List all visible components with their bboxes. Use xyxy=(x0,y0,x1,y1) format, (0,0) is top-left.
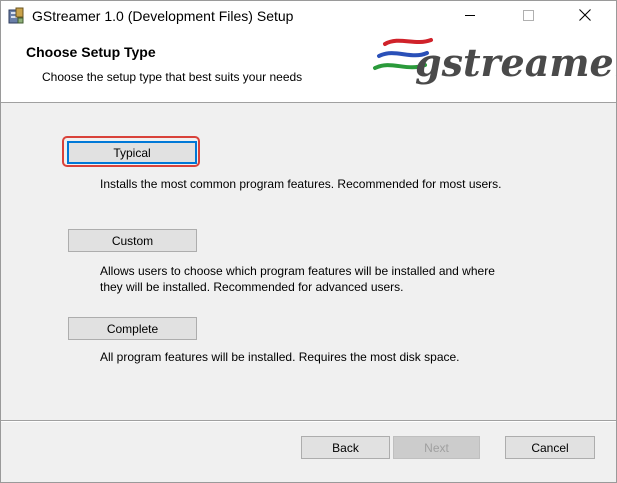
maximize-icon xyxy=(522,8,534,26)
complete-description: All program features will be installed. … xyxy=(100,350,460,364)
logo-wordmark: gstreamer xyxy=(415,40,617,85)
minimize-icon xyxy=(464,8,476,26)
typical-description: Installs the most common program feature… xyxy=(100,177,502,191)
maximize-button[interactable] xyxy=(505,1,551,32)
close-icon xyxy=(579,8,591,26)
custom-button[interactable]: Custom xyxy=(68,229,197,252)
page-title: Choose Setup Type xyxy=(26,44,156,60)
window-title: GStreamer 1.0 (Development Files) Setup xyxy=(32,8,294,24)
complete-button[interactable]: Complete xyxy=(68,317,197,340)
back-button[interactable]: Back xyxy=(301,436,390,459)
typical-button[interactable]: Typical xyxy=(67,141,197,164)
footer-divider xyxy=(1,420,616,422)
installer-app-icon xyxy=(7,7,25,25)
custom-description-line1: Allows users to choose which program fea… xyxy=(100,264,495,278)
minimize-button[interactable] xyxy=(447,1,493,32)
cancel-button[interactable]: Cancel xyxy=(505,436,595,459)
title-bar: GStreamer 1.0 (Development Files) Setup xyxy=(1,1,616,32)
page-subtitle: Choose the setup type that best suits yo… xyxy=(42,70,303,84)
close-button[interactable] xyxy=(562,1,608,32)
installer-window: GStreamer 1.0 (Development Files) Setup … xyxy=(0,0,617,483)
header-banner: Choose Setup Type Choose the setup type … xyxy=(1,32,616,103)
custom-description-line2: they will be installed. Recommended for … xyxy=(100,280,404,294)
gstreamer-logo: gstreamer xyxy=(371,32,616,100)
next-button[interactable]: Next xyxy=(393,436,480,459)
